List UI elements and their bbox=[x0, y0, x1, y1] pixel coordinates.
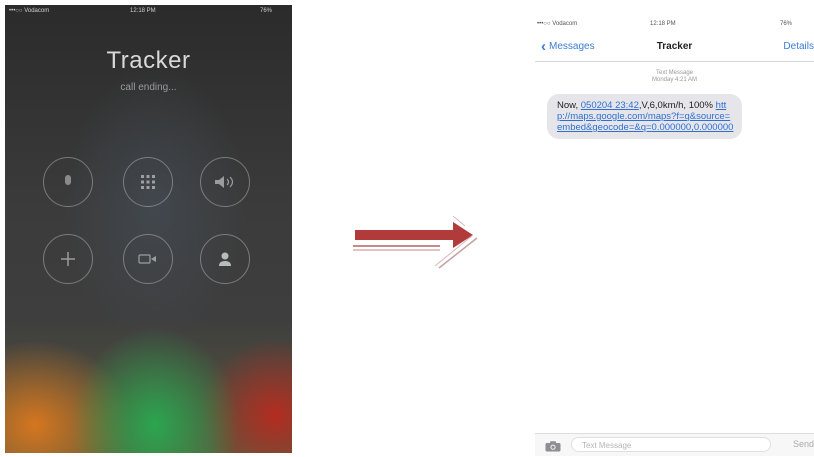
camera-button[interactable] bbox=[545, 439, 561, 452]
conversation-title: Tracker bbox=[656, 41, 693, 52]
message-date: Monday 4:21 AM bbox=[651, 77, 698, 83]
keypad-icon bbox=[140, 174, 156, 190]
message-input-bar: Text Message Send bbox=[535, 433, 814, 456]
carrier-status: •••○○ Vodacom bbox=[537, 21, 578, 27]
speaker-button[interactable] bbox=[200, 157, 250, 207]
carrier-status: •••○○ Vodacom bbox=[9, 8, 50, 14]
contacts-button[interactable] bbox=[200, 234, 250, 284]
battery-status: 76% bbox=[260, 8, 273, 14]
message-type: Text Message bbox=[655, 70, 694, 76]
contact-icon bbox=[218, 251, 232, 267]
send-button[interactable]: Send bbox=[793, 439, 814, 449]
transition-arrow-icon bbox=[353, 215, 478, 269]
facetime-button[interactable] bbox=[123, 234, 173, 284]
status-time: 12:18 PM bbox=[130, 8, 156, 14]
message-suffix: ,V,6,0km/h, 100% bbox=[638, 100, 714, 111]
add-call-button[interactable] bbox=[43, 234, 93, 284]
mute-icon bbox=[61, 174, 75, 190]
speaker-icon bbox=[214, 175, 236, 189]
call-screen: •••○○ Vodacom 12:18 PM 76% Tracker call … bbox=[5, 5, 292, 453]
message-prefix: Now, bbox=[557, 100, 581, 111]
message-text-field[interactable]: Text Message bbox=[571, 437, 771, 452]
details-button[interactable]: Details bbox=[783, 41, 814, 52]
battery-status: 76% bbox=[780, 21, 793, 27]
call-status-text: call ending... bbox=[120, 82, 177, 93]
datetime-link[interactable]: 050204 23:42 bbox=[581, 100, 639, 111]
video-camera-icon bbox=[138, 253, 158, 265]
mute-button[interactable] bbox=[43, 157, 93, 207]
plus-icon bbox=[60, 251, 76, 267]
status-time: 12:18 PM bbox=[650, 21, 676, 27]
caller-name: Tracker bbox=[106, 47, 191, 74]
keypad-button[interactable] bbox=[123, 157, 173, 207]
camera-icon bbox=[545, 441, 561, 452]
messages-screen: •••○○ Vodacom 12:18 PM 76% ‹ Messages Tr… bbox=[535, 15, 814, 456]
message-bubble: Now, 050204 23:42,V,6,0km/h, 100% http:/… bbox=[547, 94, 742, 139]
nav-bar: ‹ Messages Tracker Details bbox=[535, 35, 814, 62]
message-meta: Text Message Monday 4:21 AM bbox=[535, 70, 814, 84]
